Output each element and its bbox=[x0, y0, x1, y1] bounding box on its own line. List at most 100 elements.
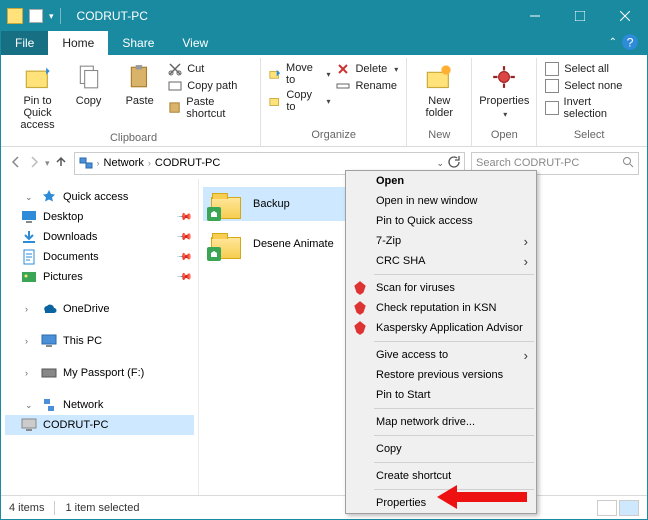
ctx-give-access[interactable]: Give access to bbox=[346, 345, 536, 365]
move-to-button[interactable]: Move to bbox=[269, 62, 330, 86]
nav-label: Desktop bbox=[43, 211, 83, 223]
icons-view-button[interactable] bbox=[619, 500, 639, 516]
select-all-button[interactable]: Select all bbox=[545, 62, 633, 76]
nav-onedrive[interactable]: ›OneDrive bbox=[5, 299, 194, 319]
copy-path-label: Copy path bbox=[187, 80, 237, 92]
refresh-button[interactable] bbox=[446, 155, 460, 172]
ctx-label: Give access to bbox=[376, 349, 448, 361]
nav-downloads[interactable]: Downloads📌 bbox=[5, 227, 194, 247]
new-folder-button[interactable]: New folder bbox=[415, 60, 463, 119]
back-button[interactable] bbox=[9, 155, 23, 172]
select-none-label: Select none bbox=[564, 80, 622, 92]
pin-to-quick-access-button[interactable]: Pin to Quick access bbox=[15, 60, 60, 131]
copy-to-button[interactable]: Copy to bbox=[269, 89, 330, 113]
nav-quick-access[interactable]: ⌄Quick access bbox=[5, 187, 194, 207]
ctx-label: Pin to Start bbox=[376, 389, 430, 401]
select-group-label: Select bbox=[545, 128, 633, 144]
ctx-restore-versions[interactable]: Restore previous versions bbox=[346, 365, 536, 385]
rename-label: Rename bbox=[355, 80, 397, 92]
search-placeholder: Search CODRUT-PC bbox=[476, 157, 579, 169]
ctx-7zip[interactable]: 7-Zip bbox=[346, 231, 536, 251]
ribbon-group-new: New folder New bbox=[407, 58, 472, 146]
breadcrumb[interactable]: Network bbox=[104, 157, 144, 169]
invert-selection-button[interactable]: Invert selection bbox=[545, 96, 633, 120]
status-selected-count: 1 item selected bbox=[65, 502, 139, 514]
help-icon[interactable]: ? bbox=[621, 33, 639, 51]
recent-dropdown-icon[interactable]: ▾ bbox=[45, 158, 50, 169]
nav-label: OneDrive bbox=[63, 303, 109, 315]
window-title: CODRUT-PC bbox=[67, 9, 512, 23]
breadcrumb[interactable]: CODRUT-PC bbox=[155, 157, 220, 169]
ctx-pin-start[interactable]: Pin to Start bbox=[346, 385, 536, 405]
nav-passport[interactable]: ›My Passport (F:) bbox=[5, 363, 194, 383]
nav-label: My Passport (F:) bbox=[63, 367, 144, 379]
nav-network[interactable]: ⌄Network bbox=[5, 395, 194, 415]
ctx-label: Pin to Quick access bbox=[376, 215, 473, 227]
delete-label: Delete bbox=[355, 63, 387, 75]
nav-desktop[interactable]: Desktop 📌 bbox=[5, 207, 194, 227]
tab-view[interactable]: View bbox=[168, 31, 222, 55]
cut-button[interactable]: Cut bbox=[168, 62, 252, 76]
ctx-open-new-window[interactable]: Open in new window bbox=[346, 191, 536, 211]
paste-shortcut-label: Paste shortcut bbox=[186, 96, 252, 120]
ctx-create-shortcut[interactable]: Create shortcut bbox=[346, 466, 536, 486]
explorer-body: ⌄Quick access Desktop 📌 Downloads📌 Docume… bbox=[1, 179, 647, 495]
nav-label: Network bbox=[63, 399, 103, 411]
close-button[interactable] bbox=[602, 1, 647, 31]
tab-file[interactable]: File bbox=[1, 31, 48, 55]
ctx-pin-quick-access[interactable]: Pin to Quick access bbox=[346, 211, 536, 231]
ctx-label: Scan for viruses bbox=[376, 282, 455, 294]
maximize-button[interactable] bbox=[557, 1, 602, 31]
tab-share[interactable]: Share bbox=[108, 31, 168, 55]
new-folder-label: New folder bbox=[415, 95, 463, 119]
chevron-right-icon[interactable]: › bbox=[97, 158, 100, 168]
separator bbox=[374, 435, 534, 436]
separator bbox=[374, 274, 534, 275]
ctx-crc-sha[interactable]: CRC SHA bbox=[346, 251, 536, 271]
copy-path-button[interactable]: Copy path bbox=[168, 79, 252, 93]
tab-home[interactable]: Home bbox=[48, 31, 108, 55]
kaspersky-icon bbox=[352, 280, 368, 296]
status-item-count: 4 items bbox=[9, 502, 44, 514]
properties-button[interactable]: Properties bbox=[480, 60, 528, 119]
rename-button[interactable]: Rename bbox=[336, 79, 398, 93]
pin-icon: 📌 bbox=[175, 209, 192, 226]
ribbon-group-select: Select all Select none Invert selection … bbox=[537, 58, 641, 146]
forward-button[interactable] bbox=[27, 155, 41, 172]
ctx-open[interactable]: Open bbox=[346, 171, 536, 191]
nav-label: This PC bbox=[63, 335, 102, 347]
new-group-label: New bbox=[415, 128, 463, 144]
properties-label: Properties bbox=[479, 95, 529, 107]
delete-button[interactable]: Delete bbox=[336, 62, 398, 76]
shared-folder-icon bbox=[209, 229, 245, 259]
pin-icon: 📌 bbox=[175, 249, 192, 266]
qat-dropdown-icon[interactable]: ▾ bbox=[49, 11, 54, 22]
ctx-check-ksn[interactable]: Check reputation in KSN bbox=[346, 298, 536, 318]
minimize-button[interactable] bbox=[512, 1, 557, 31]
chevron-right-icon[interactable]: › bbox=[148, 158, 151, 168]
nav-codrut-pc[interactable]: CODRUT-PC bbox=[5, 415, 194, 435]
nav-pictures[interactable]: Pictures📌 bbox=[5, 267, 194, 287]
ctx-copy[interactable]: Copy bbox=[346, 439, 536, 459]
address-row: ▾ › Network › CODRUT-PC ⌄ Search CODRUT-… bbox=[1, 147, 647, 179]
copy-to-label: Copy to bbox=[286, 89, 319, 113]
up-button[interactable] bbox=[54, 155, 68, 172]
copy-button[interactable]: Copy bbox=[66, 60, 111, 107]
ctx-map-drive[interactable]: Map network drive... bbox=[346, 412, 536, 432]
paste-button[interactable]: Paste bbox=[117, 60, 162, 107]
nav-this-pc[interactable]: ›This PC bbox=[5, 331, 194, 351]
ribbon-group-clipboard: Pin to Quick access Copy Paste Cut Copy … bbox=[7, 58, 261, 146]
details-view-button[interactable] bbox=[597, 500, 617, 516]
paste-shortcut-button[interactable]: Paste shortcut bbox=[168, 96, 252, 120]
collapse-ribbon-icon[interactable]: ⌃ bbox=[609, 37, 617, 48]
select-none-button[interactable]: Select none bbox=[545, 79, 633, 93]
ribbon: Pin to Quick access Copy Paste Cut Copy … bbox=[1, 55, 647, 147]
history-dropdown-icon[interactable]: ⌄ bbox=[436, 158, 444, 169]
ctx-scan-viruses[interactable]: Scan for viruses bbox=[346, 278, 536, 298]
ctx-kaspersky-advisor[interactable]: Kaspersky Application Advisor bbox=[346, 318, 536, 338]
folder-icon bbox=[7, 8, 23, 24]
search-icon bbox=[622, 156, 634, 171]
organize-group-label: Organize bbox=[269, 128, 398, 144]
nav-documents[interactable]: Documents📌 bbox=[5, 247, 194, 267]
shared-folder-icon bbox=[209, 189, 245, 219]
